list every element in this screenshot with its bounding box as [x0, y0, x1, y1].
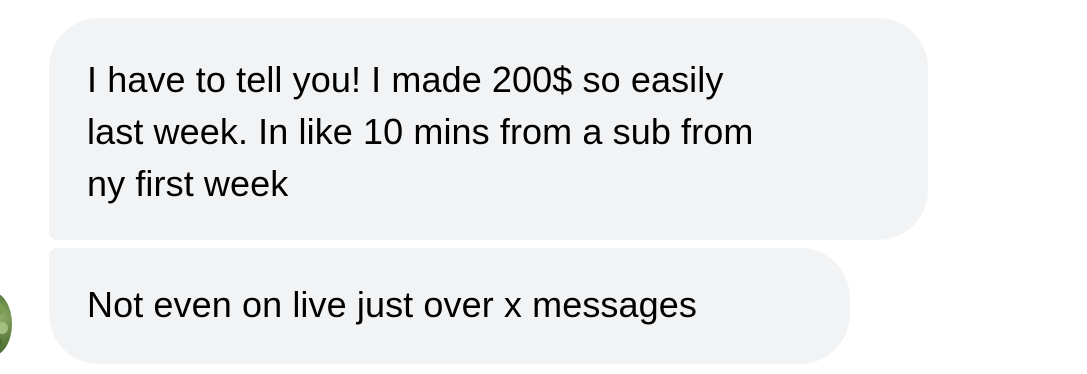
message-text: Not even on live just over x messages — [87, 284, 697, 325]
message-bubble[interactable]: I have to tell you! I made 200$ so easil… — [49, 18, 928, 240]
message-thread: I have to tell you! I made 200$ so easil… — [0, 0, 1087, 374]
message-text: I have to tell you! I made 200$ so easil… — [87, 59, 754, 204]
sender-avatar[interactable] — [0, 292, 12, 356]
message-bubble[interactable]: Not even on live just over x messages — [49, 248, 850, 364]
